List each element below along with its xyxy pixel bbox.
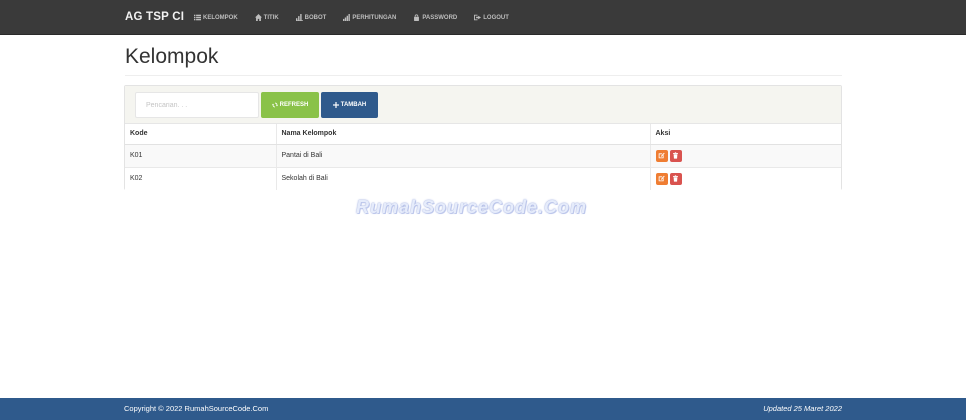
title-divider <box>125 75 842 76</box>
table-header-row: Kode Nama Kelompok Aksi <box>125 124 841 145</box>
nav-item-password[interactable]: PASSWORD <box>413 14 457 21</box>
nav-item-label: LOGOUT <box>483 14 509 21</box>
kelompok-table: Kode Nama Kelompok Aksi K01 Pantai di Ba… <box>125 124 841 190</box>
cell-aksi <box>650 167 841 190</box>
page-title: Kelompok <box>125 45 219 68</box>
refresh-button-label: REFRESH <box>279 102 309 108</box>
edit-button[interactable] <box>655 172 668 185</box>
column-header-nama[interactable]: Nama Kelompok <box>276 124 651 145</box>
signal-icon <box>343 14 351 21</box>
nav-item-titik[interactable]: TITIK <box>254 14 279 21</box>
nav-item-label: PERHITUNGAN <box>352 14 397 21</box>
footer-copyright: Copyright © 2022 RumahSourceCode.Com <box>124 404 269 413</box>
nav-item-label: PASSWORD <box>422 14 458 21</box>
delete-button[interactable] <box>669 172 682 185</box>
add-button[interactable]: TAMBAH <box>321 92 378 118</box>
cell-aksi <box>650 144 841 168</box>
add-button-label: TAMBAH <box>340 102 367 108</box>
column-header-kode[interactable]: Kode <box>125 124 277 145</box>
nav-item-logout[interactable]: LOGOUT <box>474 14 509 21</box>
search-input[interactable] <box>135 92 259 118</box>
cell-nama: Sekolah di Bali <box>276 167 651 190</box>
kelompok-panel: REFRESH TAMBAH Kode Nama Kelompok Aksi K… <box>124 85 842 190</box>
refresh-button[interactable]: REFRESH <box>261 92 319 118</box>
plus-icon <box>332 102 339 108</box>
nav-item-kelompok[interactable]: KELOMPOK <box>194 14 238 21</box>
footer-updated: Updated 25 Maret 2022 <box>763 404 842 413</box>
cell-nama: Pantai di Bali <box>276 144 651 168</box>
list-icon <box>194 14 201 21</box>
edit-button[interactable] <box>655 149 668 162</box>
cell-kode: K02 <box>125 167 277 190</box>
cell-kode: K01 <box>125 144 277 168</box>
brand-link[interactable]: AG TSP CI <box>125 0 184 35</box>
trash-icon <box>673 175 678 182</box>
logout-icon <box>474 14 482 21</box>
page-footer: Copyright © 2022 RumahSourceCode.Com Upd… <box>0 398 966 420</box>
watermark-text: RumahSourceCode.Com <box>356 197 588 217</box>
home-icon <box>254 14 262 21</box>
edit-icon <box>658 175 665 182</box>
main-nav: KELOMPOK TITIK BOBOT PERHITUNGAN PASSWOR… <box>194 0 526 35</box>
nav-item-bobot[interactable]: BOBOT <box>295 14 327 21</box>
lock-icon <box>414 14 420 21</box>
table-row: K01 Pantai di Bali <box>125 144 841 168</box>
column-header-aksi: Aksi <box>650 124 841 145</box>
nav-item-label: TITIK <box>263 14 279 21</box>
panel-toolbar: REFRESH TAMBAH <box>125 86 841 124</box>
refresh-icon <box>271 102 278 108</box>
bar-chart-icon <box>295 14 303 21</box>
edit-icon <box>658 152 665 159</box>
table-row: K02 Sekolah di Bali <box>125 167 841 190</box>
nav-item-label: KELOMPOK <box>203 14 238 21</box>
trash-icon <box>673 152 678 159</box>
top-navbar: AG TSP CI KELOMPOK TITIK BOBOT PERHITUNG… <box>0 0 966 35</box>
delete-button[interactable] <box>669 149 682 162</box>
nav-item-label: BOBOT <box>304 14 327 21</box>
nav-item-perhitungan[interactable]: PERHITUNGAN <box>343 14 396 21</box>
